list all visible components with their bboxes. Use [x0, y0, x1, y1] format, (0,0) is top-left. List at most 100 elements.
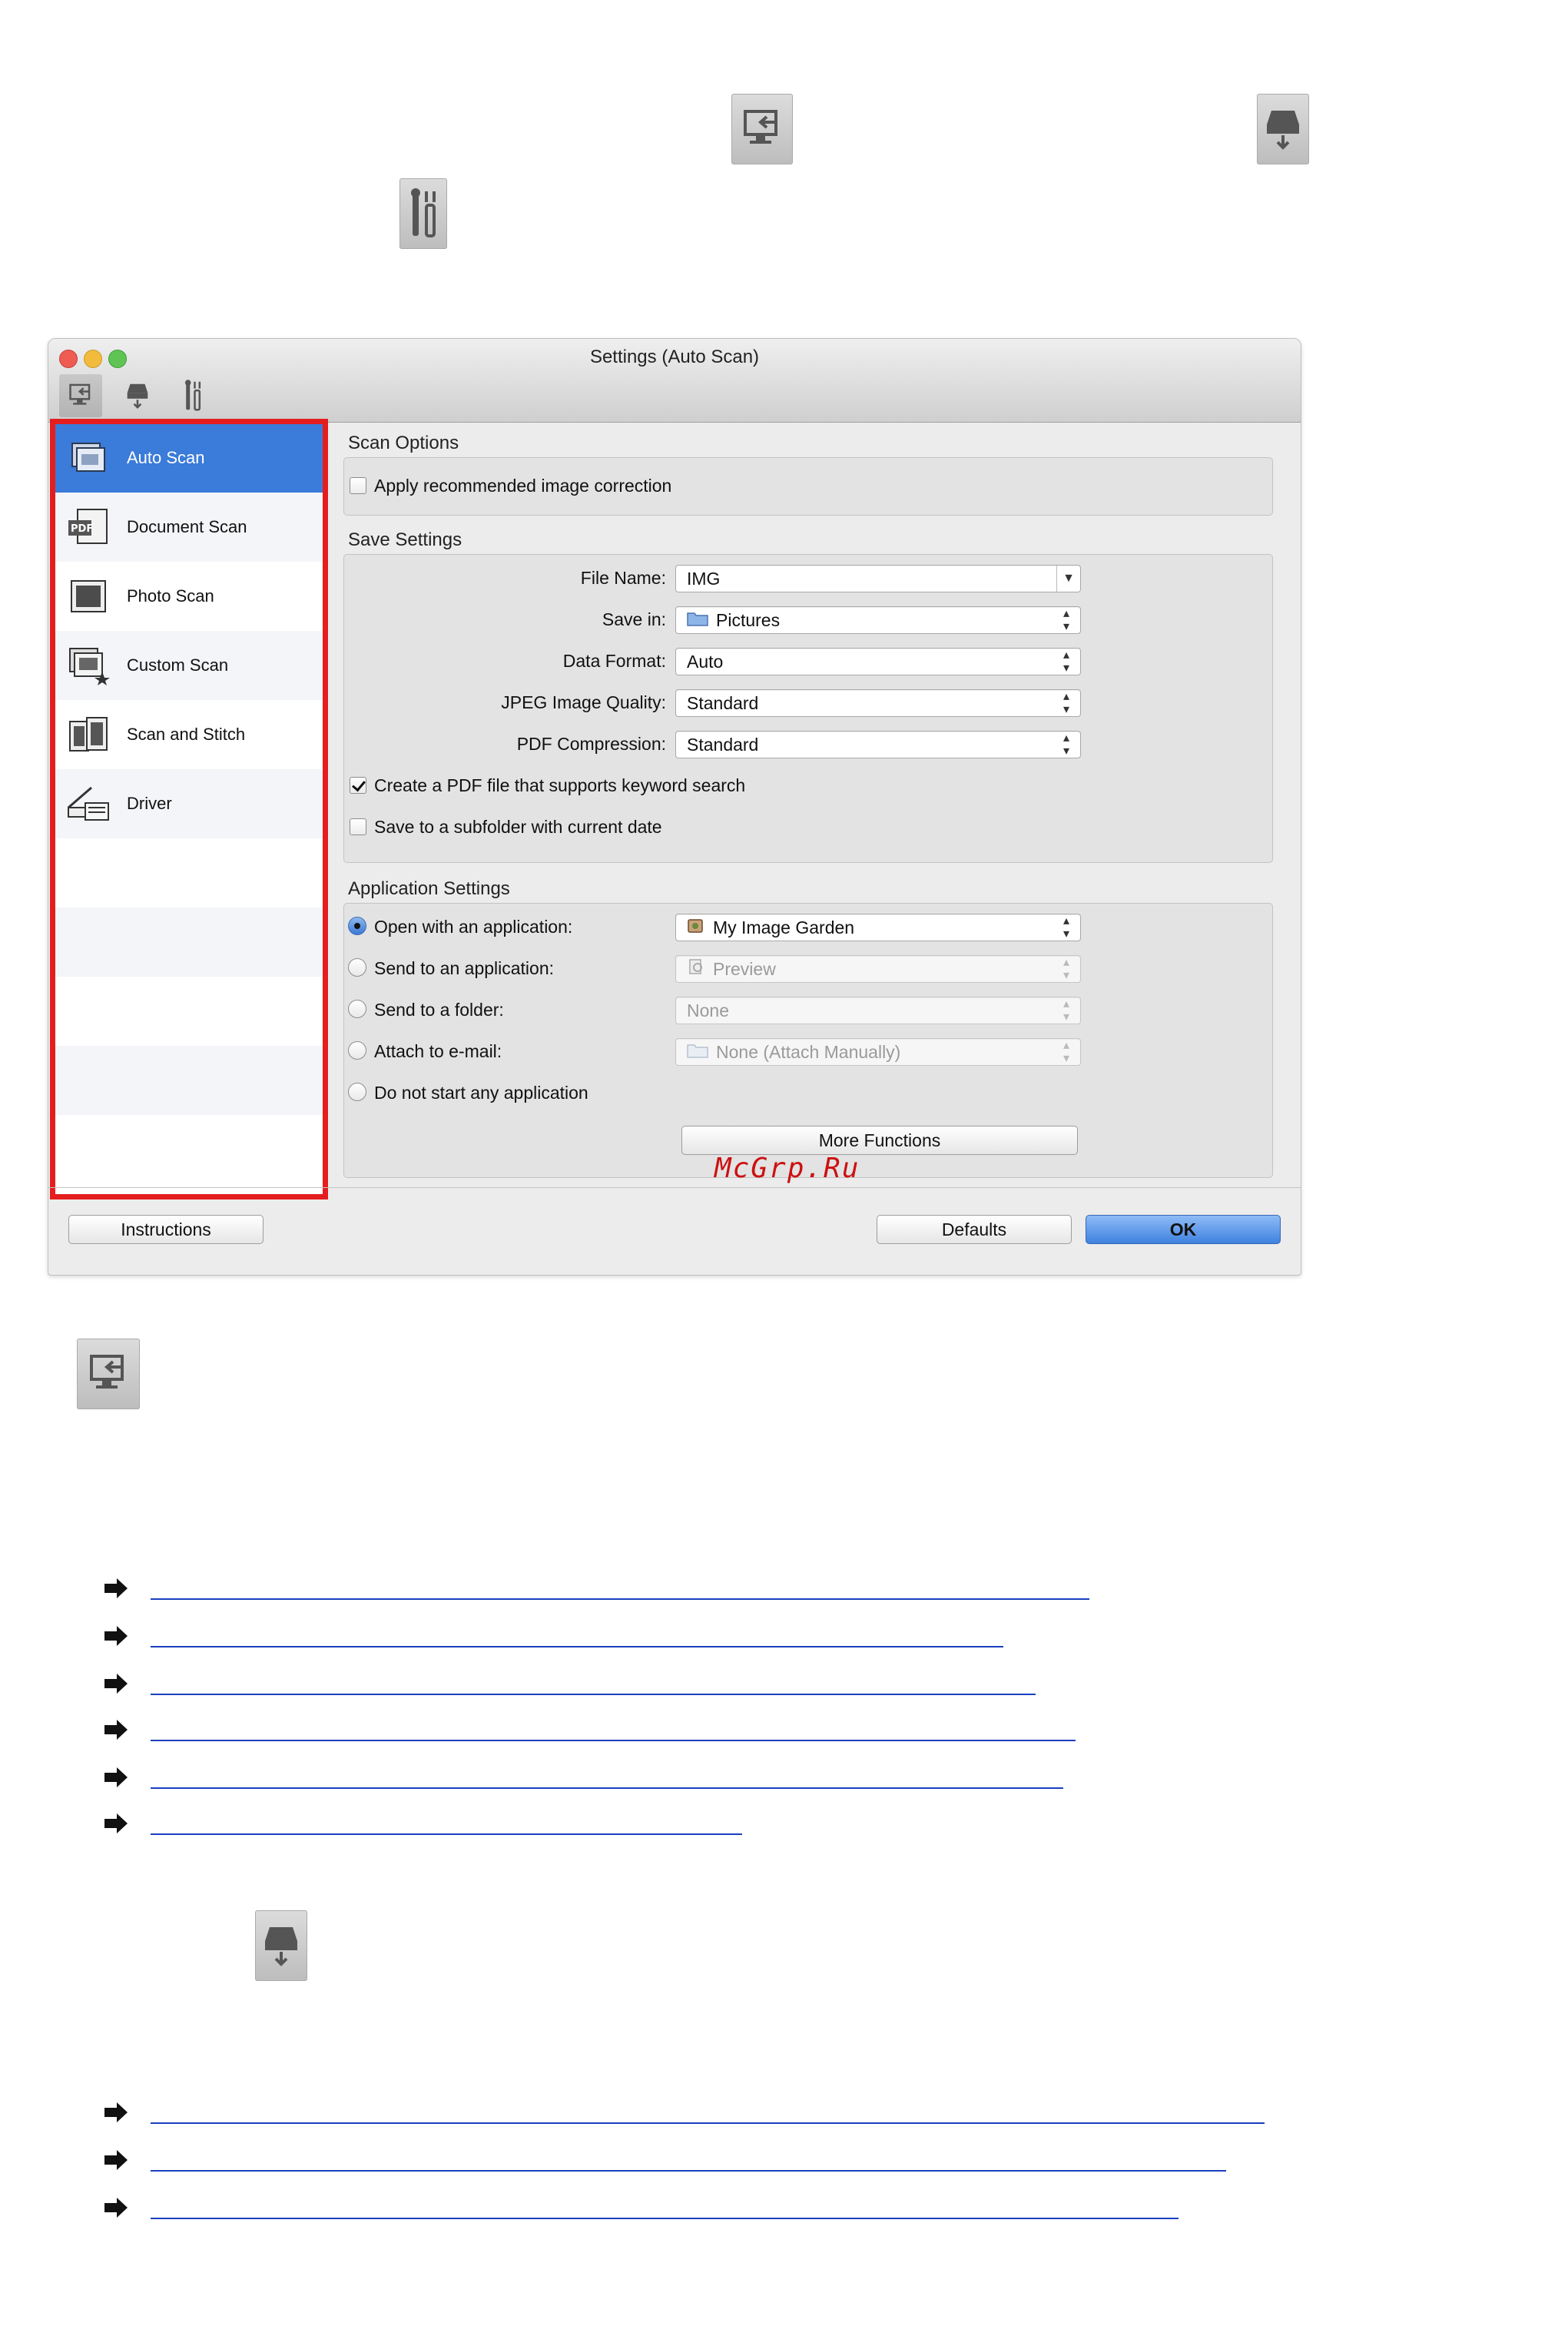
sidebar-empty-row: [55, 908, 325, 977]
sidebar-item-label: Photo Scan: [127, 586, 214, 606]
sidebar-item-driver[interactable]: Driver: [55, 769, 325, 838]
keyword-pdf-checkbox[interactable]: [350, 777, 366, 794]
link-underline: [151, 1598, 1089, 1600]
data-format-label: Data Format:: [562, 651, 666, 671]
sidebar-item-label: Custom Scan: [127, 655, 229, 675]
computer-scan-icon: [731, 94, 793, 164]
scanner-icon: [255, 1910, 307, 1981]
jpeg-quality-value: Standard: [687, 693, 759, 713]
window-title: Settings (Auto Scan): [589, 347, 760, 367]
pdf-compression-select[interactable]: Standard ▴ ▾: [675, 731, 1081, 758]
updown-arrows-icon: ▴ ▾: [1063, 607, 1070, 633]
arrow-right-icon: [104, 2198, 128, 2218]
sidebar-empty-row: [55, 1115, 325, 1184]
link-underline: [151, 2170, 1226, 2172]
updown-arrows-icon: ▴ ▾: [1063, 690, 1070, 716]
attach-email-select[interactable]: None (Attach Manually) ▴ ▾: [675, 1038, 1081, 1066]
open-with-app-label: Open with an application:: [374, 917, 573, 937]
send-to-app-select[interactable]: Preview ▴ ▾: [675, 955, 1081, 983]
sidebar-item-photo-scan[interactable]: Photo Scan: [55, 562, 325, 631]
sidebar-item-label: Auto Scan: [127, 448, 205, 467]
arrow-right-icon: [104, 1767, 128, 1787]
custom-scan-icon: [64, 644, 113, 687]
subfolder-checkbox[interactable]: [350, 818, 366, 835]
pdf-compression-label: PDF Compression:: [516, 734, 666, 754]
link-underline: [151, 2122, 1265, 2124]
settings-window: Settings (Auto Scan) Auto Scan PDF Docum…: [48, 338, 1301, 1276]
more-functions-button[interactable]: More Functions: [681, 1126, 1078, 1155]
attach-email-value: None (Attach Manually): [716, 1042, 901, 1062]
save-in-select[interactable]: Pictures ▴ ▾: [675, 606, 1081, 634]
open-with-app-radio[interactable]: [348, 917, 366, 935]
jpeg-quality-select[interactable]: Standard ▴ ▾: [675, 689, 1081, 717]
updown-arrows-icon: ▴ ▾: [1063, 914, 1070, 941]
footer-divider: [48, 1187, 1301, 1188]
save-in-label: Save in:: [602, 609, 666, 629]
arrow-right-icon: [104, 1720, 128, 1740]
send-to-folder-value: None: [687, 1000, 729, 1020]
tab-general-settings[interactable]: [171, 374, 214, 417]
pdf-document-icon: PDF: [64, 506, 113, 549]
send-to-folder-select[interactable]: None ▴ ▾: [675, 997, 1081, 1024]
sidebar-item-scan-and-stitch[interactable]: Scan and Stitch: [55, 700, 325, 769]
title-bar: Settings (Auto Scan): [48, 339, 1301, 423]
open-with-app-select[interactable]: My Image Garden ▴ ▾: [675, 914, 1081, 941]
send-to-folder-label: Send to a folder:: [374, 1000, 504, 1020]
link-underline: [151, 1646, 1003, 1647]
attach-email-radio[interactable]: [348, 1041, 366, 1060]
file-name-label: File Name:: [580, 568, 666, 588]
chevron-down-icon[interactable]: ▼: [1056, 566, 1080, 592]
watermark-text: McGrp.Ru: [714, 1153, 860, 1184]
link-underline: [151, 1740, 1076, 1741]
sidebar-empty-row: [55, 838, 325, 908]
updown-arrows-icon: ▴ ▾: [1063, 997, 1070, 1024]
scanner-icon: [127, 383, 148, 409]
arrow-right-icon: [104, 2102, 128, 2122]
folder-icon: [687, 1039, 708, 1065]
no-app-label: Do not start any application: [374, 1083, 588, 1103]
folder-icon: [687, 607, 708, 633]
stitch-icon: [64, 713, 113, 756]
save-in-value: Pictures: [716, 610, 781, 630]
computer-scan-icon: [69, 383, 91, 405]
link-underline: [151, 1787, 1063, 1789]
data-format-value: Auto: [687, 652, 724, 672]
ok-button[interactable]: OK: [1086, 1215, 1281, 1244]
updown-arrows-icon: ▴ ▾: [1063, 956, 1070, 982]
defaults-button[interactable]: Defaults: [877, 1215, 1072, 1244]
updown-arrows-icon: ▴ ▾: [1063, 732, 1070, 758]
attach-email-label: Attach to e-mail:: [374, 1041, 502, 1061]
arrow-right-icon: [104, 1578, 128, 1598]
arrow-right-icon: [104, 2150, 128, 2170]
save-settings-title: Save Settings: [348, 529, 462, 550]
svg-text:PDF: PDF: [71, 523, 93, 535]
sidebar-empty-row: [55, 977, 325, 1046]
file-name-field[interactable]: IMG ▼: [675, 565, 1081, 592]
sidebar-empty-row: [55, 1046, 325, 1115]
scan-type-sidebar: Auto Scan PDF Document Scan Photo Scan C…: [55, 423, 325, 1199]
file-name-value: IMG: [687, 569, 721, 589]
send-to-app-radio[interactable]: [348, 958, 366, 977]
instructions-button[interactable]: Instructions: [68, 1215, 264, 1244]
arrow-right-icon: [104, 1626, 128, 1646]
link-underline: [151, 1833, 742, 1835]
tab-scanning-from-operation-panel[interactable]: [116, 374, 159, 417]
sidebar-item-label: Scan and Stitch: [127, 725, 246, 744]
data-format-select[interactable]: Auto ▴ ▾: [675, 648, 1081, 675]
send-to-folder-radio[interactable]: [348, 1000, 366, 1018]
sidebar-item-label: Document Scan: [127, 517, 247, 536]
tools-icon: [399, 178, 447, 249]
arrow-right-icon: [104, 1674, 128, 1694]
tab-scanning-from-computer[interactable]: [59, 374, 102, 417]
apply-correction-checkbox[interactable]: [350, 477, 366, 494]
send-to-app-label: Send to an application:: [374, 958, 555, 978]
updown-arrows-icon: ▴ ▾: [1063, 1039, 1070, 1065]
open-with-app-value: My Image Garden: [713, 917, 855, 937]
sidebar-item-auto-scan[interactable]: Auto Scan: [55, 423, 325, 493]
sidebar-item-custom-scan[interactable]: Custom Scan: [55, 631, 325, 700]
apply-correction-label: Apply recommended image correction: [374, 476, 672, 496]
sidebar-item-document-scan[interactable]: PDF Document Scan: [55, 493, 325, 562]
no-app-radio[interactable]: [348, 1083, 366, 1101]
scanner-icon: [1257, 94, 1309, 164]
arrow-right-icon: [104, 1813, 128, 1833]
